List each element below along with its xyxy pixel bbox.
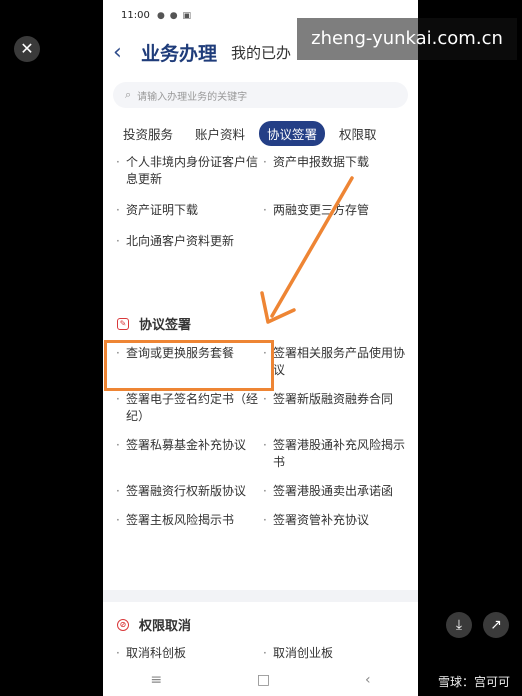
annotation-arrow (260, 176, 354, 324)
watermark-url: zheng-yunkai.com.cn (297, 18, 517, 60)
watermark-footer: 雪球：宫可可 (437, 675, 510, 689)
share-icon[interactable]: ↗ (483, 612, 509, 638)
download-icon[interactable]: ⤓ (446, 612, 472, 638)
